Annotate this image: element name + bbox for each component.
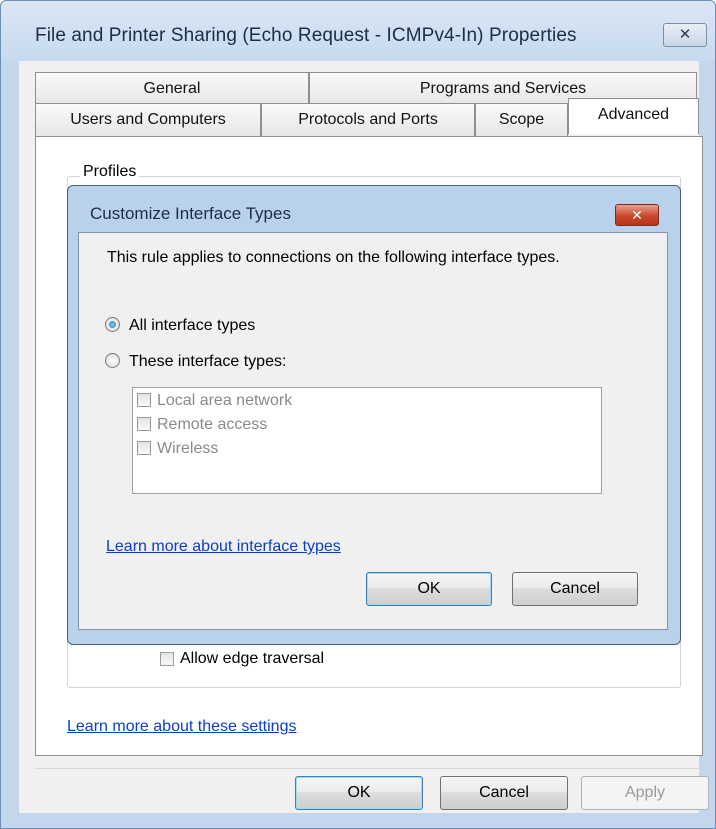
remote-access-checkbox — [137, 417, 151, 431]
tab-scope[interactable]: Scope — [475, 103, 568, 136]
remote-access-label: Remote access — [157, 416, 268, 433]
learn-more-settings-link[interactable]: Learn more about these settings — [67, 718, 296, 736]
wireless-label: Wireless — [157, 440, 219, 457]
cancel-button[interactable]: Cancel — [440, 776, 568, 810]
wireless-checkbox — [137, 441, 151, 455]
dialog-title: Customize Interface Types — [90, 204, 291, 223]
edge-traversal-checkbox[interactable] — [160, 652, 174, 666]
all-interface-types-radio[interactable] — [105, 317, 120, 332]
list-item: Remote access — [137, 416, 267, 434]
apply-button[interactable]: Apply — [581, 776, 709, 810]
local-area-network-checkbox — [137, 393, 151, 407]
local-area-network-label: Local area network — [157, 392, 293, 409]
tab-protocols-and-ports[interactable]: Protocols and Ports — [261, 103, 475, 136]
edge-traversal-row[interactable]: Allow edge traversal — [160, 650, 324, 668]
dialog-cancel-button[interactable]: Cancel — [512, 572, 638, 606]
ok-button[interactable]: OK — [295, 776, 423, 810]
radio-these-interface-types-row[interactable]: These interface types: — [105, 353, 286, 371]
dialog-ok-button[interactable]: OK — [366, 572, 492, 606]
interface-types-list: Local area network Remote access Wireles… — [132, 387, 602, 494]
tab-users-and-computers[interactable]: Users and Computers — [35, 103, 261, 136]
tab-general[interactable]: General — [35, 72, 309, 105]
title-bar: File and Printer Sharing (Echo Request -… — [1, 1, 715, 61]
edge-traversal-label: Allow edge traversal — [180, 650, 325, 667]
window-title: File and Printer Sharing (Echo Request -… — [35, 25, 577, 46]
close-button[interactable]: ✕ — [663, 23, 707, 47]
radio-all-interface-types-row[interactable]: All interface types — [105, 317, 255, 335]
dialog-close-button[interactable]: ✕ — [615, 204, 659, 226]
profiles-group-label: Profiles — [80, 163, 140, 181]
these-interface-types-label: These interface types: — [129, 353, 287, 370]
list-item: Wireless — [137, 440, 218, 458]
customize-interface-types-dialog: Customize Interface Types ✕ This rule ap… — [67, 185, 681, 645]
all-interface-types-label: All interface types — [129, 317, 256, 334]
learn-more-interface-types-link[interactable]: Learn more about interface types — [106, 538, 341, 556]
these-interface-types-radio[interactable] — [105, 353, 120, 368]
button-separator — [35, 768, 703, 769]
dialog-client-area: This rule applies to connections on the … — [78, 232, 668, 630]
tab-advanced[interactable]: Advanced — [568, 98, 699, 134]
list-item: Local area network — [137, 392, 292, 410]
dialog-description: This rule applies to connections on the … — [107, 249, 560, 266]
